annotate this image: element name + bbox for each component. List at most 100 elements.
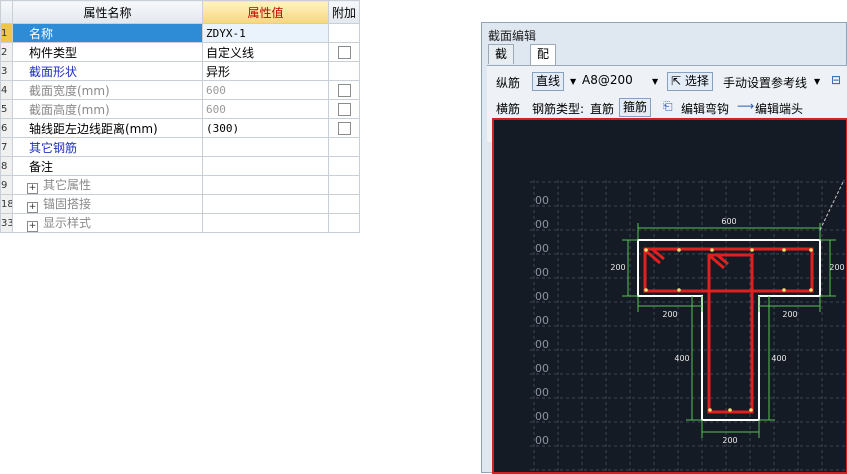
expand-icon[interactable]: + (27, 202, 38, 213)
property-value[interactable] (202, 137, 329, 157)
property-name: 截面形状 (12, 61, 203, 81)
property-name-text: 构件类型 (29, 45, 78, 60)
extra-cell (328, 23, 360, 43)
extra-cell[interactable] (328, 80, 360, 100)
table-row[interactable]: 9 + 其它属性 (0, 175, 360, 195)
edit-hook-button[interactable]: 编辑弯钩 (681, 100, 729, 117)
property-value[interactable]: ZDYX-1 (202, 23, 329, 43)
table-row[interactable]: 3 截面形状 异形 (0, 61, 360, 81)
extra-cell[interactable] (328, 42, 360, 62)
tab-section[interactable]: 截面 (488, 44, 515, 80)
stirrup-label: 箍筋 (623, 100, 648, 114)
edit-end-icon: ⟶ (737, 99, 755, 113)
table-row[interactable]: 5 截面高度(mm) 600 (0, 99, 360, 119)
extra-cell[interactable] (328, 118, 360, 138)
checkbox[interactable] (337, 45, 351, 59)
grid-label: 00 (535, 386, 549, 399)
property-name-text: 锚固搭接 (43, 197, 92, 211)
extra-tool-icon[interactable]: ⊟ (831, 73, 841, 87)
rebar-dot (728, 408, 732, 412)
rebar-dot (644, 288, 648, 292)
grid-label: 00 (535, 410, 549, 423)
line-mode-dropdown-icon[interactable]: ▼ (570, 77, 576, 86)
row-number: 4 (0, 80, 13, 100)
property-value[interactable] (202, 156, 329, 176)
property-value[interactable] (202, 213, 329, 233)
table-row[interactable]: 2 构件类型 自定义线 (0, 42, 360, 62)
checkbox[interactable] (337, 121, 351, 135)
line-mode-button[interactable]: 直线 (532, 72, 565, 91)
rebar-dot (710, 248, 714, 252)
property-name-text: 截面宽度(mm) (29, 83, 110, 98)
section-outline (637, 239, 821, 421)
header-value[interactable]: 属性值 (202, 0, 329, 24)
property-grid: 属性名称 属性值 附加 1 名称 ZDYX-1 2 构件类型 自定义线 3 截面形状 异形 4 截面… (0, 0, 360, 233)
table-row[interactable]: 6 轴线距左边线距离(mm) (300) (0, 118, 360, 138)
property-value[interactable] (202, 175, 329, 195)
property-name: 截面宽度(mm) (12, 80, 203, 100)
property-name: 其它钢筋 (12, 137, 203, 157)
spec-select[interactable]: A8@200 (582, 73, 633, 87)
row-number: 7 (0, 137, 13, 157)
property-value[interactable]: 自定义线 (202, 42, 329, 62)
header-extra[interactable]: 附加 (328, 0, 360, 24)
extra-cell (328, 175, 360, 195)
grid-label: 00 (535, 290, 549, 303)
stirrup-button[interactable]: 箍筋 (619, 98, 652, 117)
grid-label: 00 (535, 218, 549, 231)
property-name-text: 名称 (29, 26, 54, 41)
rebar-dot (708, 408, 712, 412)
table-row[interactable]: 7 其它钢筋 (0, 137, 360, 157)
checkbox[interactable] (337, 83, 351, 97)
property-name: 名称 (12, 23, 203, 43)
edit-end-button[interactable]: 编辑端头 (755, 100, 803, 117)
editor-title: 截面编辑 (488, 29, 537, 43)
manual-ref-dropdown-icon[interactable]: ▼ (814, 77, 820, 86)
property-name-text: 轴线距左边线距离(mm) (29, 121, 158, 136)
section-drawing: 00 00 00 00 00 00 00 00 00 00 00 600 200 200 200 200 400… (530, 179, 846, 472)
expand-icon[interactable]: + (27, 221, 38, 232)
row-number: 1 (0, 23, 13, 43)
property-value[interactable]: 600 (202, 80, 329, 100)
property-name: 备注 (12, 156, 203, 176)
property-value[interactable]: 600 (202, 99, 329, 119)
rebar-type-label: 钢筋类型: (532, 102, 585, 116)
section-editor-window: 截面编辑 截面 配筋 纵筋 直线 ▼ A8@200 ▼ ⇱ 选择 手动设置参考线… (481, 22, 847, 474)
dim-label-bottom: 200 (722, 436, 737, 445)
property-name-text: 截面高度(mm) (29, 102, 110, 117)
property-value[interactable] (202, 194, 329, 214)
expand-icon[interactable]: + (27, 183, 38, 194)
header-num (0, 0, 13, 24)
tab-reinforcement[interactable]: 配筋 (530, 44, 557, 80)
select-button[interactable]: ⇱ 选择 (667, 72, 713, 91)
manual-ref-button[interactable]: 手动设置参考线 (723, 74, 807, 91)
extra-cell (328, 137, 360, 157)
table-row[interactable]: 33 + 显示样式 (0, 213, 360, 233)
cursor-icon: ⇱ (671, 74, 685, 88)
table-row[interactable]: 18 + 锚固搭接 (0, 194, 360, 214)
longitudinal-label[interactable]: 纵筋 (496, 74, 520, 91)
checkbox[interactable] (337, 102, 351, 116)
row-number: 8 (0, 156, 13, 176)
property-value[interactable]: 异形 (202, 61, 329, 81)
table-row[interactable]: 4 截面宽度(mm) 600 (0, 80, 360, 100)
extra-cell (328, 156, 360, 176)
header-name[interactable]: 属性名称 (12, 0, 203, 24)
section-drawing-canvas[interactable]: 00 00 00 00 00 00 00 00 00 00 00 600 200 200 200 200 400… (492, 118, 847, 474)
rebar-dot (677, 248, 681, 252)
cover-line (643, 247, 814, 413)
table-row[interactable]: 8 备注 (0, 156, 360, 176)
rebar-dot (677, 288, 681, 292)
extra-cell[interactable] (328, 99, 360, 119)
straight-bar-button[interactable]: 直筋 (590, 100, 614, 117)
dim-label-left: 200 (610, 263, 625, 272)
dim-label-web: 400 (674, 354, 689, 363)
property-value[interactable]: (300) (202, 118, 329, 138)
property-name: + 其它属性 (12, 175, 203, 195)
transverse-label[interactable]: 横筋 (496, 100, 520, 117)
leader-line (819, 179, 845, 231)
table-row[interactable]: 1 名称 ZDYX-1 (0, 23, 360, 43)
row-number: 5 (0, 99, 13, 119)
select-label: 选择 (684, 74, 709, 88)
spec-dropdown-icon[interactable]: ▼ (652, 77, 658, 86)
